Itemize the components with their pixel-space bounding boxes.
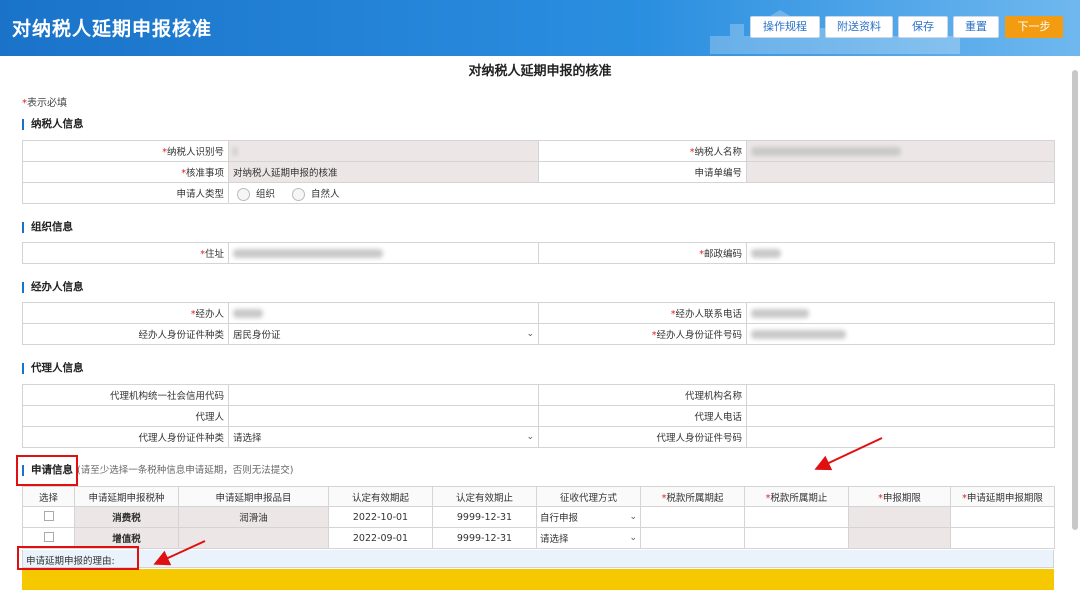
tax-item-cell (178, 527, 329, 549)
column-header: 选择 (22, 486, 75, 507)
reason-label: 申请延期申报的理由: (22, 550, 1054, 568)
taxpayer-id-field (228, 140, 539, 162)
agent-idtype-label: 代理人身份证件种类 (22, 426, 229, 448)
handler-phone-field[interactable] (746, 302, 1055, 324)
annotation-box-reason (17, 546, 139, 570)
handler-name-label: *经办人 (22, 302, 229, 324)
collection-mode-select[interactable]: 请选择 ⌄ (536, 527, 641, 549)
attach-button[interactable]: 附送资料 (825, 16, 893, 38)
address-field[interactable] (228, 242, 539, 264)
address-label: *住址 (22, 242, 229, 264)
row-checkbox[interactable] (43, 531, 54, 542)
reset-button[interactable]: 重置 (953, 16, 999, 38)
column-header: *税款所属期止 (744, 486, 849, 507)
agent-label: 代理人 (22, 405, 229, 427)
taxpayer-name-label: *纳税人名称 (538, 140, 747, 162)
agent-field[interactable] (228, 405, 539, 427)
handler-idtype-select[interactable]: 居民身份证 ⌄ (228, 323, 539, 345)
agent-credit-field[interactable] (228, 384, 539, 406)
top-bar: 对纳税人延期申报核准 操作规程 附送资料 保存 重置 下一步 (0, 0, 1080, 56)
application-hint: (请至少选择一条税种信息申请延期，否则无法提交) (77, 465, 294, 476)
approval-item-value: 对纳税人延期申报的核准 (228, 161, 539, 183)
agent-org-name-field[interactable] (746, 384, 1055, 406)
taxpayer-table: *纳税人识别号 *纳税人名称 *核准事项 对纳税人延期申报的核准 申请单编号 申… (22, 140, 1055, 204)
section-handler: 经办人信息 (22, 282, 84, 293)
applicant-type-radios: 组织 自然人 (228, 182, 1055, 204)
period-start-field[interactable] (640, 527, 745, 549)
valid-end-cell: 9999-12-31 (432, 527, 537, 549)
deadline-cell (848, 527, 951, 549)
row-checkbox[interactable] (43, 510, 54, 521)
next-button[interactable]: 下一步 (1005, 16, 1063, 38)
handler-idtype-label: 经办人身份证件种类 (22, 323, 229, 345)
taxpayer-id-label: *纳税人识别号 (22, 140, 229, 162)
table-row: 消费税 润滑油 2022-10-01 9999-12-31 自行申报 ⌄ (22, 506, 1055, 528)
chevron-down-icon: ⌄ (526, 432, 534, 442)
table-row: 增值税 2022-09-01 9999-12-31 请选择 ⌄ (22, 527, 1055, 549)
agent-credit-label: 代理机构统一社会信用代码 (22, 384, 229, 406)
extended-deadline-field[interactable] (950, 527, 1055, 549)
postcode-label: *邮政编码 (538, 242, 747, 264)
application-no-field (746, 161, 1055, 183)
save-button[interactable]: 保存 (898, 16, 948, 38)
agent-idno-field[interactable] (746, 426, 1055, 448)
collection-mode-select[interactable]: 自行申报 ⌄ (536, 506, 641, 528)
radio-natural-person[interactable] (292, 187, 306, 201)
rules-button[interactable]: 操作规程 (750, 16, 820, 38)
radio-organization[interactable] (237, 187, 250, 201)
required-note: *表示必填 (22, 98, 67, 109)
section-organization: 组织信息 (22, 222, 73, 233)
chevron-down-icon: ⌄ (629, 512, 637, 522)
handler-table: *经办人 *经办人联系电话 经办人身份证件种类 居民身份证 ⌄ *经办人身份证件号… (22, 302, 1055, 345)
chevron-down-icon: ⌄ (629, 533, 637, 543)
annotation-box-application (16, 455, 78, 486)
column-header: 申请延期申报税种 (74, 486, 179, 507)
agent-table: 代理机构统一社会信用代码 代理机构名称 代理人 代理人电话 代理人身份证件种类 … (22, 384, 1055, 448)
applicant-type-label: 申请人类型 (22, 182, 229, 204)
postcode-field[interactable] (746, 242, 1055, 264)
column-header: *税款所属期起 (640, 486, 745, 507)
extended-deadline-field[interactable] (950, 506, 1055, 528)
column-header: *申请延期申报期限 (950, 486, 1055, 507)
column-header: 征收代理方式 (536, 486, 641, 507)
period-end-field[interactable] (744, 506, 849, 528)
tax-type-cell: 消费税 (74, 506, 179, 528)
page-title: 对纳税人延期申报的核准 (468, 64, 612, 79)
column-header: 申请延期申报品目 (178, 486, 329, 507)
section-agent: 代理人信息 (22, 363, 84, 374)
application-header-row: 选择 申请延期申报税种 申请延期申报品目 认定有效期起 认定有效期止 征收代理方式 *税款所… (22, 486, 1055, 507)
approval-item-label: *核准事项 (22, 161, 229, 183)
handler-idno-field[interactable] (746, 323, 1055, 345)
application-no-label: 申请单编号 (538, 161, 747, 183)
deadline-cell (848, 506, 951, 528)
valid-start-cell: 2022-10-01 (328, 506, 433, 528)
valid-end-cell: 9999-12-31 (432, 506, 537, 528)
reason-input-highlight[interactable] (22, 569, 1054, 590)
app-title: 对纳税人延期申报核准 (12, 18, 213, 40)
handler-name-field[interactable] (228, 302, 539, 324)
taxpayer-name-field (746, 140, 1055, 162)
period-end-field[interactable] (744, 527, 849, 549)
agent-phone-label: 代理人电话 (538, 405, 747, 427)
agent-idno-label: 代理人身份证件号码 (538, 426, 747, 448)
column-header: *申报期限 (848, 486, 951, 507)
row-select-cell (22, 506, 75, 528)
section-taxpayer: 纳税人信息 (22, 119, 84, 130)
valid-start-cell: 2022-09-01 (328, 527, 433, 549)
application-table: 选择 申请延期申报税种 申请延期申报品目 认定有效期起 认定有效期止 征收代理方式 *税款所… (22, 486, 1055, 549)
column-header: 认定有效期起 (328, 486, 433, 507)
scrollbar[interactable] (1072, 70, 1078, 530)
agent-org-name-label: 代理机构名称 (538, 384, 747, 406)
tax-item-cell: 润滑油 (178, 506, 329, 528)
handler-phone-label: *经办人联系电话 (538, 302, 747, 324)
chevron-down-icon: ⌄ (526, 329, 534, 339)
column-header: 认定有效期止 (432, 486, 537, 507)
period-start-field[interactable] (640, 506, 745, 528)
agent-idtype-select[interactable]: 请选择 ⌄ (228, 426, 539, 448)
agent-phone-field[interactable] (746, 405, 1055, 427)
organization-table: *住址 *邮政编码 (22, 242, 1055, 264)
handler-idno-label: *经办人身份证件号码 (538, 323, 747, 345)
